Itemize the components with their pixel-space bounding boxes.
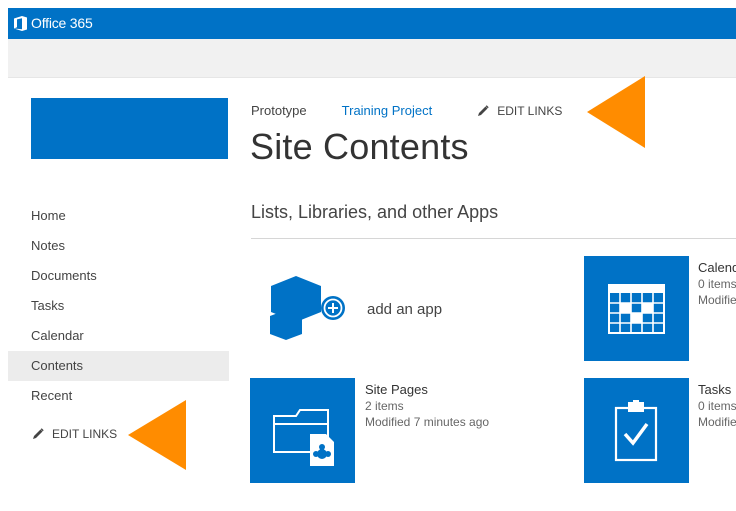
calendar-tile-items: 0 items — [698, 277, 736, 291]
top-nav-edit-links[interactable]: EDIT LINKS — [477, 104, 562, 118]
quick-launch-item-notes[interactable]: Notes — [8, 231, 229, 261]
quick-launch-item-home[interactable]: Home — [8, 201, 229, 231]
calendar-tile-name[interactable]: Calendar — [698, 260, 736, 276]
add-app-icon[interactable] — [266, 274, 352, 346]
page-title: Site Contents — [250, 126, 469, 167]
calendar-tile-details: Calendar 0 items Modified — [698, 260, 736, 308]
top-nav-item-training-project[interactable]: Training Project — [342, 103, 433, 118]
section-divider — [251, 238, 736, 239]
section-title: Lists, Libraries, and other Apps — [251, 202, 499, 222]
quick-launch-item-documents[interactable]: Documents — [8, 261, 229, 291]
quick-launch: Home Notes Documents Tasks Calendar Cont… — [8, 201, 229, 411]
site-pages-tile-items: 2 items — [365, 399, 404, 413]
pencil-icon — [33, 428, 44, 439]
quick-launch-item-tasks[interactable]: Tasks — [8, 291, 229, 321]
callout-arrow-top — [587, 76, 645, 148]
site-pages-tile-name[interactable]: Site Pages — [365, 382, 489, 398]
site-pages-tile[interactable] — [250, 378, 355, 483]
top-nav-edit-links-label: EDIT LINKS — [497, 103, 563, 118]
folder-icon — [273, 409, 334, 466]
callout-arrow-bottom — [128, 400, 186, 470]
calendar-tile-modified: Modified — [698, 293, 736, 307]
site-logo[interactable] — [31, 98, 228, 159]
site-pages-tile-modified: Modified 7 minutes ago — [365, 415, 490, 429]
pencil-icon — [478, 104, 489, 116]
quick-launch-edit-links-label: EDIT LINKS — [52, 427, 118, 441]
office-logo-icon[interactable] — [14, 16, 27, 31]
add-app-label[interactable]: add an app — [367, 301, 442, 318]
tasks-tile-details: Tasks 0 items Modified — [698, 382, 736, 430]
quick-launch-item-calendar[interactable]: Calendar — [8, 321, 229, 351]
quick-launch-item-contents[interactable]: Contents — [8, 351, 229, 381]
suite-bar: Office 365 — [8, 8, 736, 39]
suite-bar-title[interactable]: Office 365 — [31, 15, 93, 31]
quick-launch-item-recent[interactable]: Recent — [8, 381, 229, 411]
sharepoint-site-contents: Office 365 Prototype Training Project ED… — [8, 8, 736, 511]
tasks-tile-name[interactable]: Tasks — [698, 382, 736, 398]
ribbon — [8, 39, 736, 78]
top-nav-item-prototype[interactable]: Prototype — [251, 103, 307, 118]
tasks-tile-modified: Modified — [698, 415, 736, 429]
calendar-icon — [608, 284, 665, 334]
clipboard-check-icon — [614, 400, 658, 462]
calendar-tile[interactable] — [584, 256, 689, 361]
quick-launch-edit-links[interactable]: EDIT LINKS — [32, 427, 117, 441]
top-nav: Prototype Training Project EDIT LINKS — [251, 103, 562, 118]
tasks-tile-items: 0 items — [698, 399, 736, 413]
site-pages-tile-details: Site Pages 2 items Modified 7 minutes ag… — [365, 382, 489, 430]
tasks-tile[interactable] — [584, 378, 689, 483]
